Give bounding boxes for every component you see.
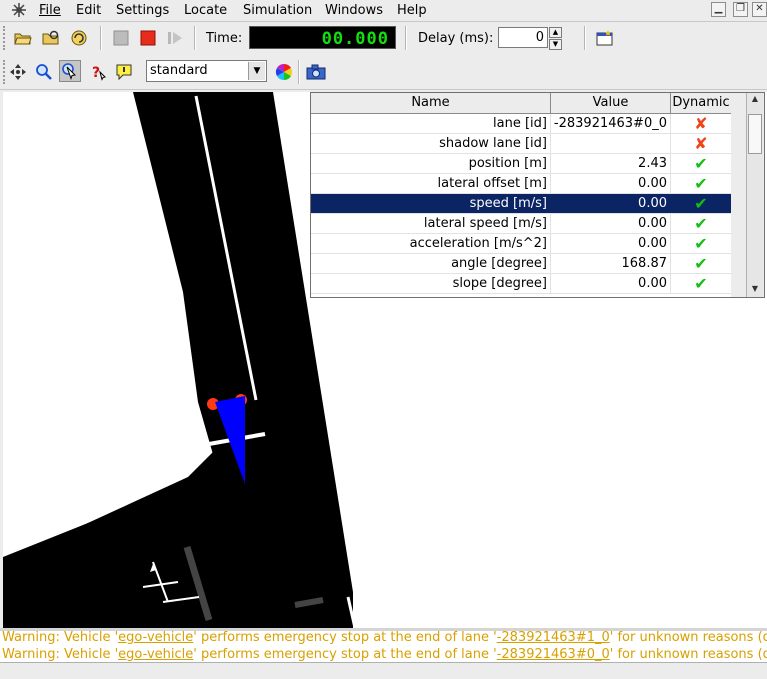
menu-help[interactable]: Help — [397, 3, 427, 18]
menu-settings[interactable]: Settings — [116, 3, 169, 18]
menu-windows[interactable]: Windows — [325, 3, 383, 18]
param-name: lateral offset [m] — [311, 174, 551, 193]
time-display: 00.000 — [249, 26, 396, 49]
table-row[interactable]: shadow lane [id] ✘ — [311, 134, 731, 154]
delay-input[interactable]: 0 — [498, 27, 548, 48]
checkmark-icon[interactable]: ✔ — [671, 174, 731, 193]
minimize-button[interactable]: ▁ — [711, 2, 726, 17]
help-query-icon[interactable]: ? — [86, 61, 108, 83]
vehicle-parameter-window: Name Value Dynamic lane [id] -283921463#0… — [310, 92, 765, 298]
param-name: angle [degree] — [311, 254, 551, 273]
new-window-icon[interactable] — [594, 27, 616, 49]
table-row[interactable]: lateral offset [m] 0.00 ✔ — [311, 174, 731, 194]
scroll-down-icon[interactable]: ▼ — [748, 283, 762, 295]
open-folder-icon[interactable] — [12, 27, 34, 49]
menu-simulation[interactable]: Simulation — [243, 3, 312, 18]
magnifier-icon[interactable] — [33, 61, 55, 83]
param-name: lane [id] — [311, 114, 551, 133]
table-row[interactable]: speed [m/s] 0.00 ✔ — [311, 194, 731, 214]
chevron-down-icon[interactable]: ▼ — [248, 62, 265, 80]
tooltip-icon[interactable] — [113, 61, 135, 83]
param-value: 168.87 — [551, 254, 671, 273]
param-value: -283921463#0_0 — [551, 114, 671, 133]
time-value: 00.000 — [321, 29, 389, 49]
delay-label: Delay (ms): — [418, 31, 494, 46]
toolbar-grip[interactable] — [3, 26, 9, 50]
spin-up-icon[interactable]: ▲ — [549, 27, 562, 38]
param-value: 2.43 — [551, 154, 671, 173]
lane-link[interactable]: -283921463#0_0 — [497, 647, 610, 662]
recenter-icon[interactable] — [7, 61, 29, 83]
param-value: 0.00 — [551, 274, 671, 293]
column-header-value[interactable]: Value — [551, 93, 671, 113]
menubar: File Edit Settings Locate Simulation Win… — [0, 0, 767, 21]
checkmark-icon[interactable]: ✔ — [671, 254, 731, 273]
scrollbar-thumb[interactable] — [748, 114, 762, 154]
checkmark-icon[interactable]: ✔ — [671, 234, 731, 253]
menu-locate[interactable]: Locate — [184, 3, 227, 18]
column-header-name[interactable]: Name — [311, 93, 551, 113]
param-value: 0.00 — [551, 194, 671, 213]
restore-button[interactable]: ❐ — [733, 2, 748, 17]
view-toolbar: ? standard ▼ — [0, 55, 767, 90]
table-row[interactable]: lateral speed [m/s] 0.00 ✔ — [311, 214, 731, 234]
main-toolbar: Time: 00.000 Delay (ms): 0 ▲ ▼ — [0, 21, 767, 56]
delay-spinner[interactable]: ▲ ▼ — [549, 27, 562, 50]
param-value — [551, 134, 671, 153]
param-name: speed [m/s] — [311, 194, 551, 213]
svg-text:?: ? — [92, 65, 100, 81]
table-row[interactable]: position [m] 2.43 ✔ — [311, 154, 731, 174]
table-scrollbar[interactable]: ▲ ▼ — [731, 93, 764, 297]
vehicle-link[interactable]: ego-vehicle — [118, 631, 193, 645]
param-name: position [m] — [311, 154, 551, 173]
scroll-up-icon[interactable]: ▲ — [748, 93, 762, 105]
log-horizontal-scrollbar[interactable] — [0, 662, 767, 679]
table-row[interactable]: slope [degree] 0.00 ✔ — [311, 274, 731, 294]
param-value: 0.00 — [551, 174, 671, 193]
reload-folder-icon[interactable] — [40, 27, 62, 49]
scheme-value: standard — [150, 63, 208, 78]
log-line: Warning: Vehicle 'ego-vehicle' performs … — [2, 647, 767, 662]
checkmark-icon[interactable]: ✔ — [671, 214, 731, 233]
param-value: 0.00 — [551, 214, 671, 233]
road-west — [3, 477, 248, 628]
param-name: shadow lane [id] — [311, 134, 551, 153]
cross-icon[interactable]: ✘ — [671, 134, 731, 153]
param-name: acceleration [m/s^2] — [311, 234, 551, 253]
reload-icon[interactable] — [68, 27, 90, 49]
table-row[interactable]: angle [degree] 168.87 ✔ — [311, 254, 731, 274]
menu-file[interactable]: File — [39, 3, 61, 18]
spin-down-icon[interactable]: ▼ — [549, 39, 562, 50]
app-icon — [12, 3, 26, 17]
column-header-dynamic[interactable]: Dynamic — [671, 93, 731, 113]
color-wheel-icon[interactable] — [273, 61, 295, 83]
table-row[interactable]: acceleration [m/s^2] 0.00 ✔ — [311, 234, 731, 254]
table-row[interactable]: lane [id] -283921463#0_0 ✘ — [311, 114, 731, 134]
menu-edit[interactable]: Edit — [76, 3, 101, 18]
close-button[interactable]: ✕ — [752, 2, 767, 17]
table-header: Name Value Dynamic — [311, 93, 731, 114]
step-button-icon[interactable] — [164, 27, 186, 49]
checkmark-icon[interactable]: ✔ — [671, 154, 731, 173]
locate-pointer-icon[interactable] — [59, 60, 81, 82]
cross-icon[interactable]: ✘ — [671, 114, 731, 133]
run-button-icon[interactable] — [110, 27, 132, 49]
lane-link[interactable]: -283921463#1_0 — [497, 631, 610, 645]
scrollbar-track[interactable]: ▲ ▼ — [746, 93, 763, 297]
param-name: lateral speed [m/s] — [311, 214, 551, 233]
checkmark-icon[interactable]: ✔ — [671, 194, 731, 213]
stop-button-icon[interactable] — [137, 27, 159, 49]
log-line: Warning: Vehicle 'ego-vehicle' performs … — [2, 630, 767, 645]
param-value: 0.00 — [551, 234, 671, 253]
param-name: slope [degree] — [311, 274, 551, 293]
time-label: Time: — [206, 31, 243, 46]
camera-icon[interactable] — [305, 61, 327, 83]
color-scheme-select[interactable]: standard ▼ — [146, 60, 267, 82]
vehicle-link[interactable]: ego-vehicle — [118, 647, 193, 662]
checkmark-icon[interactable]: ✔ — [671, 274, 731, 293]
